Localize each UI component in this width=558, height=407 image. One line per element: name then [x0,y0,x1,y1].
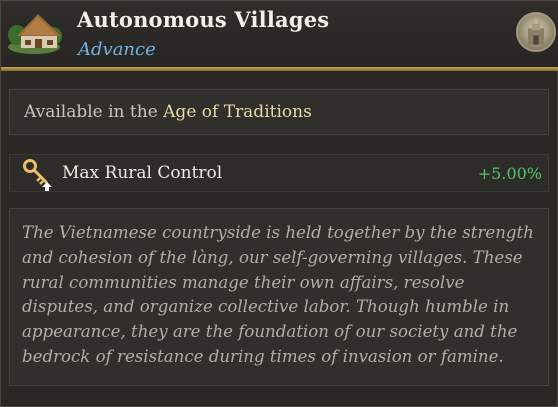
village-house-icon [7,5,65,55]
age-medallion-icon [516,12,556,52]
effect-row: Max Rural Control +5.00% [9,154,549,192]
flavor-text: The Vietnamese countryside is held toget… [22,223,534,366]
flavor-text-panel: The Vietnamese countryside is held toget… [9,208,549,386]
advance-tooltip: Autonomous Villages Advance Available in… [0,0,558,407]
effect-value: +5.00% [477,164,542,183]
advance-type-label: Advance [78,39,156,60]
availability-panel: Available in the Age of Traditions [9,89,549,135]
advance-title: Autonomous Villages [77,7,330,32]
availability-prefix: Available in the [24,102,164,122]
age-name: Age of Traditions [163,102,312,122]
tooltip-header: Autonomous Villages Advance [1,1,558,67]
header-divider [1,67,558,71]
effect-label: Max Rural Control [62,163,223,183]
availability-text: Available in the Age of Traditions [24,102,312,122]
key-icon [21,158,55,192]
